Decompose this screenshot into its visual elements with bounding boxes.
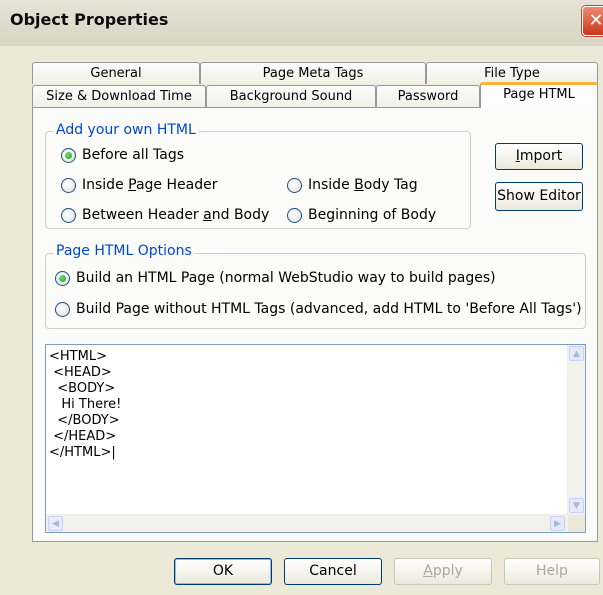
radio-label: Inside Body Tag [308, 177, 418, 193]
tab-size-download-time[interactable]: Size & Download Time [32, 85, 206, 107]
ok-button[interactable]: OK [174, 558, 272, 585]
radio-icon [61, 177, 76, 193]
page-html-options-group [45, 253, 586, 329]
window-title: Object Properties [10, 10, 169, 29]
scroll-down-icon[interactable]: ▼ [569, 498, 584, 513]
radio-icon [55, 301, 70, 317]
show-editor-button[interactable]: Show Editor [495, 182, 583, 211]
radio-icon-checked [55, 270, 70, 286]
radio-icon [287, 177, 302, 193]
tab-page-meta-tags[interactable]: Page Meta Tags [200, 62, 426, 84]
object-properties-dialog: Object Properties ✕ General Page Meta Ta… [0, 0, 603, 595]
horizontal-scrollbar[interactable]: ◀ ▶ [46, 514, 568, 532]
radio-inside-page-header[interactable]: Inside Page Header [61, 177, 217, 193]
radio-beginning-of-body[interactable]: Beginning of Body [287, 207, 436, 223]
tab-page-html[interactable]: Page HTML [480, 82, 598, 108]
tab-panel-page-html: Add your own HTML Before all Tags Inside… [32, 107, 598, 542]
tab-file-type[interactable]: File Type [426, 62, 598, 84]
radio-label: Beginning of Body [308, 207, 437, 223]
page-html-options-label: Page HTML Options [53, 243, 195, 259]
scrollbar-corner [568, 515, 585, 532]
radio-label: Before all Tags [82, 147, 185, 163]
html-editor-textarea[interactable]: <HTML> <HEAD> <BODY> Hi There! </BODY> <… [45, 344, 586, 533]
tab-general[interactable]: General [32, 62, 200, 84]
radio-inside-body-tag[interactable]: Inside Body Tag [287, 177, 418, 193]
radio-icon [61, 207, 76, 223]
add-html-group-label: Add your own HTML [53, 122, 199, 138]
import-button[interactable]: Import [495, 143, 583, 170]
radio-label: Inside Page Header [82, 177, 218, 193]
radio-build-html-page[interactable]: Build an HTML Page (normal WebStudio way… [55, 270, 496, 286]
html-editor-content: <HTML> <HEAD> <BODY> Hi There! </BODY> <… [49, 349, 122, 460]
radio-label: Build Page without HTML Tags (advanced, … [76, 301, 582, 317]
scroll-left-icon[interactable]: ◀ [48, 516, 63, 531]
cancel-button[interactable]: Cancel [284, 558, 382, 585]
radio-icon-checked [61, 147, 76, 163]
radio-icon [287, 207, 302, 223]
scroll-up-icon[interactable]: ▲ [569, 346, 584, 361]
radio-label: Build an HTML Page (normal WebStudio way… [76, 270, 496, 286]
close-button[interactable]: ✕ [582, 6, 603, 36]
title-bar[interactable]: Object Properties ✕ [0, 0, 603, 46]
scroll-right-icon[interactable]: ▶ [550, 516, 565, 531]
radio-between-header-and-body[interactable]: Between Header and Body [61, 207, 269, 223]
tab-password[interactable]: Password [376, 85, 480, 107]
apply-button[interactable]: Apply [394, 558, 492, 585]
radio-label: Between Header and Body [82, 207, 270, 223]
help-button[interactable]: Help [504, 558, 600, 585]
close-icon: ✕ [588, 10, 603, 31]
radio-build-page-without-html-tags[interactable]: Build Page without HTML Tags (advanced, … [55, 301, 582, 317]
tab-background-sound[interactable]: Background Sound [206, 85, 376, 107]
vertical-scrollbar[interactable]: ▲ ▼ [567, 345, 585, 515]
radio-before-all-tags[interactable]: Before all Tags [61, 147, 184, 163]
